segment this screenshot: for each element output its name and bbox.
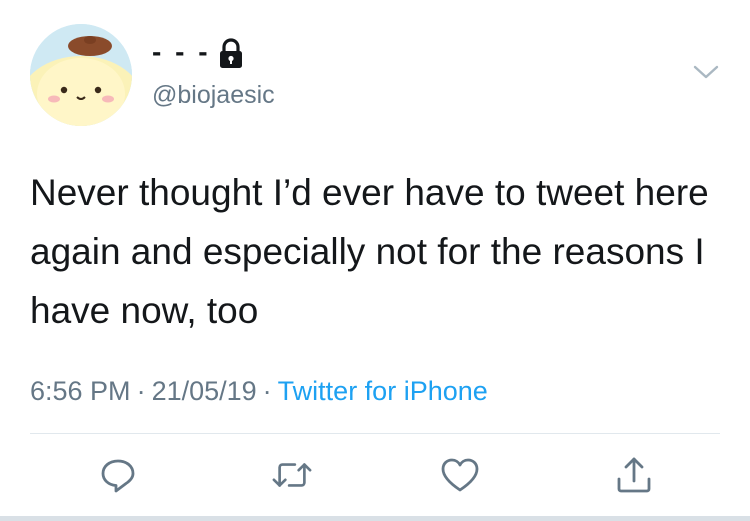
avatar-image: [30, 24, 132, 126]
reply-icon: [101, 459, 135, 493]
reply-button[interactable]: [98, 455, 138, 495]
tweet-time[interactable]: 6:56 PM: [30, 376, 131, 406]
tweet-metadata: 6:56 PM · 21/05/19 · Twitter for iPhone: [30, 374, 488, 408]
share-button[interactable]: [614, 455, 654, 495]
bottom-border: [0, 516, 750, 521]
chevron-down-icon[interactable]: [690, 60, 722, 84]
avatar[interactable]: [30, 24, 132, 126]
username-handle[interactable]: @biojaesic: [152, 80, 275, 110]
tweet-date[interactable]: 21/05/19: [152, 376, 257, 406]
tweet-text: Never thought I’d ever have to tweet her…: [30, 172, 709, 331]
retweet-button[interactable]: [272, 455, 312, 495]
share-icon: [617, 457, 651, 493]
tweet-source[interactable]: Twitter for iPhone: [278, 376, 488, 406]
lock-icon: [220, 38, 242, 68]
tweet-card: - - - @biojaesic Never thought I’d ever …: [0, 0, 750, 521]
retweet-icon: [272, 463, 312, 487]
meta-separator: ·: [262, 376, 272, 406]
like-button[interactable]: [440, 455, 480, 495]
display-name[interactable]: - - -: [152, 36, 211, 68]
meta-separator: ·: [136, 376, 146, 406]
divider: [30, 433, 720, 434]
heart-icon: [441, 458, 479, 492]
